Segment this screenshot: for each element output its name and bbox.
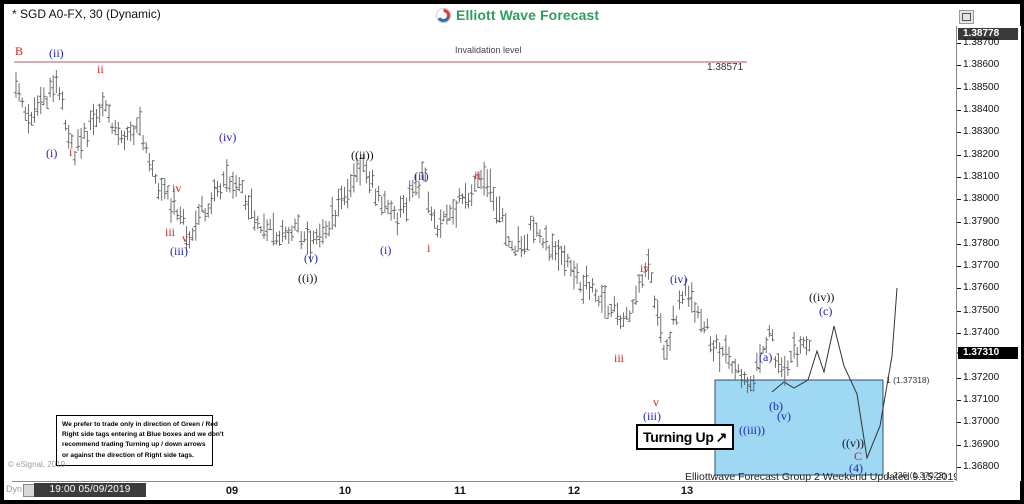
wave-label: (ii) <box>49 46 64 60</box>
price-tick: 1.37000 <box>957 416 1021 428</box>
wave-label: ((ii)) <box>351 148 374 162</box>
price-tick: 1.38000 <box>957 193 1021 205</box>
wave-label: ((iv)) <box>809 290 835 304</box>
wave-label: (c) <box>819 304 833 318</box>
price-tick-label: 1.38200 <box>963 148 1000 160</box>
brand-name: Elliott Wave Forecast <box>456 7 600 23</box>
price-tick-label: 1.37200 <box>963 371 1000 383</box>
chart-window: * SGD A0-FX, 30 (Dynamic) Elliott Wave F… <box>0 0 1024 504</box>
price-tick: 1.36900 <box>957 439 1021 451</box>
price-tick-label: 1.37500 <box>963 304 1000 316</box>
wave-label: (i) <box>380 243 392 257</box>
price-tick: 1.38100 <box>957 171 1021 183</box>
arrow-up-right-icon: ↗ <box>715 429 728 445</box>
fib-upper-label: 1 (1.37318) <box>886 375 930 385</box>
price-tick-label: 1.38100 <box>963 170 1000 182</box>
price-tick-label: 1.37400 <box>963 327 1000 339</box>
price-tick: 1.38700 <box>957 37 1021 49</box>
price-tick-label: 1.37100 <box>963 394 1000 406</box>
wave-label: ii <box>97 62 104 76</box>
price-tick: 1.37600 <box>957 282 1021 294</box>
wave-label: ii <box>474 168 481 182</box>
wave-label: iv <box>172 181 182 195</box>
wave-label: (iv) <box>670 272 688 286</box>
invalidation-level-price: 1.38571 <box>707 62 744 73</box>
price-tick: 1.37500 <box>957 305 1021 317</box>
price-tick: 1.37800 <box>957 238 1021 250</box>
scale-settings-icon[interactable] <box>959 10 974 24</box>
chart-title-bar: * SGD A0-FX, 30 (Dynamic) Elliott Wave F… <box>4 4 1020 26</box>
wave-label: (a) <box>759 350 773 364</box>
price-tick: 1.36800 <box>957 461 1021 473</box>
turning-up-badge[interactable]: Turning Up ↗ <box>636 424 735 450</box>
wave-label: ((iii)) <box>739 423 765 437</box>
price-tick-label: 1.38400 <box>963 103 1000 115</box>
price-tick-label: 1.37600 <box>963 282 1000 294</box>
wave-label: ((i)) <box>298 271 318 285</box>
wave-label: (iii) <box>170 244 188 258</box>
wave-label: iii <box>165 225 176 239</box>
invalidation-level-label: Invalidation level <box>455 45 522 55</box>
price-tick: 1.37400 <box>957 327 1021 339</box>
price-scale[interactable]: 1.38778 1.38700 1.38600 1.38500 1.38400 1.383… <box>956 26 1021 481</box>
turning-up-text: Turning Up <box>643 429 714 445</box>
price-tick: 1.37100 <box>957 394 1021 406</box>
wave-label: i <box>69 145 73 159</box>
disclaimer-line-1: We prefer to trade only in direction of … <box>62 421 218 428</box>
wave-label: (iii) <box>643 409 661 423</box>
price-tick-label: 1.37700 <box>963 260 1000 272</box>
wave-label: (v) <box>304 251 318 265</box>
time-cursor-readout: 19:00 05/09/2019 <box>34 483 146 497</box>
price-tick-label: 1.38300 <box>963 126 1000 138</box>
time-tick-label: 10 <box>338 485 352 497</box>
wave-label: (v) <box>777 409 791 423</box>
price-tick-label: 1.37900 <box>963 215 1000 227</box>
price-tick: 1.38200 <box>957 149 1021 161</box>
price-tick: 1.38600 <box>957 59 1021 71</box>
price-tick-label: 1.38000 <box>963 193 1000 205</box>
price-tick: 1.38500 <box>957 82 1021 94</box>
current-price-badge: 1.37310 <box>957 347 1018 360</box>
price-tick-label: 1.38700 <box>963 37 1000 48</box>
brand-logo: Elliott Wave Forecast <box>436 6 599 24</box>
elliott-wave-swirl-icon <box>436 7 451 23</box>
wave-label: v <box>653 395 659 409</box>
time-tick-label: 12 <box>567 485 581 497</box>
time-axis[interactable]: Dyn 19:00 05/09/2019 09 10 11 12 13 <box>4 482 1020 500</box>
price-tick: 1.37200 <box>957 372 1021 384</box>
price-tick-label: 1.37800 <box>963 237 1000 249</box>
time-tick-label: 11 <box>454 485 466 497</box>
wave-label: (i) <box>46 146 58 160</box>
wave-label: iv <box>640 261 650 275</box>
dyn-label: Dyn <box>6 484 23 494</box>
wave-label: (iv) <box>219 130 237 144</box>
time-tick-label: 13 <box>680 485 694 497</box>
price-tick-label: 1.36900 <box>963 438 1000 450</box>
price-series-svg <box>13 61 898 476</box>
price-tick-label: 1.38500 <box>963 81 1000 93</box>
price-tick-label: 1.38600 <box>963 59 1000 71</box>
disclaimer-box: We prefer to trade only in direction of … <box>56 415 224 466</box>
price-tick: 1.38300 <box>957 126 1021 138</box>
price-tick: 1.38400 <box>957 104 1021 116</box>
wave-label: v <box>182 231 188 245</box>
wave-label: i <box>427 241 431 255</box>
price-plot-area[interactable]: B (ii) ii (i) i iv iii v (iii) (iv) ((ii)) (v) ((i))… <box>12 26 954 481</box>
wave-label: iii <box>614 351 625 365</box>
disclaimer-line-2: Right side tags entering at Blue boxes a… <box>62 431 224 439</box>
chart-panel: * SGD A0-FX, 30 (Dynamic) Elliott Wave F… <box>4 4 1021 500</box>
page-title: * SGD A0-FX, 30 (Dynamic) <box>12 7 161 21</box>
wave-label: ((v)) <box>842 436 864 450</box>
wave-label: B <box>15 44 24 58</box>
price-tick: 1.37700 <box>957 260 1021 272</box>
disclaimer-line-3: recommend trading Turning up / down arro… <box>62 441 206 449</box>
price-tick-label: 1.36800 <box>963 461 1000 472</box>
price-tick-label: 1.37000 <box>963 416 1000 428</box>
price-tick: 1.37900 <box>957 216 1021 228</box>
time-tick-label: 09 <box>225 485 239 497</box>
copyright-text: © eSignal, 2019 <box>8 460 66 469</box>
wave-label: (ii) <box>414 169 429 183</box>
disclaimer-line-4: or against the direction of Right side t… <box>62 451 194 459</box>
